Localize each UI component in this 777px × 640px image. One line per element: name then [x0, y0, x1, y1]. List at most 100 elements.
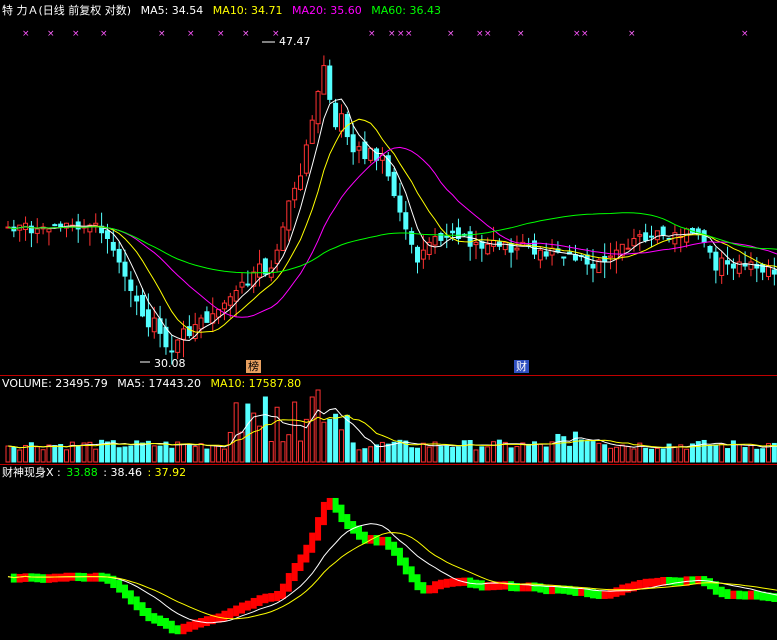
indicator-bar	[274, 590, 281, 602]
volume-bar	[438, 446, 444, 463]
signal-x-mark: ×	[741, 29, 749, 39]
candle-body	[145, 309, 151, 328]
volume-bar	[23, 444, 29, 463]
volume-bar	[537, 443, 543, 463]
ma5-label: MA5: 34.54	[140, 4, 204, 17]
indicator-bar	[180, 623, 187, 635]
volume-bar	[198, 443, 204, 463]
indicator-bar	[315, 517, 322, 541]
candle-body	[46, 228, 52, 233]
indicator-bar	[508, 581, 515, 592]
signal-x-mark: ×	[22, 29, 30, 39]
candle-body	[286, 200, 292, 231]
candle-body	[175, 339, 181, 353]
candle-body	[292, 187, 298, 201]
volume-header: VOLUME: 23495.79 MA5: 17443.20 MA10: 175…	[2, 377, 307, 391]
indicator-header: 财神现身X : 33.88 : 38.46 : 37.92	[2, 466, 192, 480]
volume-bar	[590, 441, 596, 463]
volume-bar	[455, 446, 461, 463]
volume-bar	[157, 445, 163, 463]
finance-marker[interactable]: 财	[514, 360, 529, 373]
candle-body	[584, 254, 590, 265]
volume-bar	[64, 449, 69, 463]
indicator-bar	[654, 577, 661, 587]
volume-bar	[485, 446, 491, 463]
indicator-bar	[168, 620, 175, 634]
candle-body	[169, 350, 175, 353]
candle-body	[654, 230, 660, 241]
volume-bar	[660, 448, 666, 463]
volume-bar	[444, 445, 450, 463]
indicator-bar	[426, 585, 433, 594]
indicator-bar	[338, 504, 345, 523]
volume-bar	[379, 441, 385, 463]
candle-body	[730, 263, 736, 269]
volume-bar	[116, 447, 122, 463]
candle-body	[298, 175, 303, 190]
candle-body	[514, 247, 520, 251]
indicator-bar	[753, 590, 760, 600]
volume-bar	[555, 433, 561, 463]
volume-bar	[578, 439, 584, 463]
candle-body	[572, 254, 578, 261]
indicator-bar	[742, 591, 749, 600]
indicator-bar	[268, 593, 275, 602]
signal-x-mark: ×	[476, 29, 484, 39]
indicator-bar	[122, 584, 128, 599]
indicator-value-2: : 38.46	[103, 466, 142, 479]
indicator-bar	[116, 580, 123, 593]
candle-body	[660, 226, 666, 236]
candle-body	[303, 144, 309, 174]
candle-body	[140, 294, 146, 317]
candle-body	[134, 295, 140, 302]
candle-body	[368, 147, 374, 161]
volume-bar	[333, 413, 339, 463]
candle-body	[397, 195, 403, 213]
indicator-bar	[724, 589, 731, 599]
indicator-bar	[309, 532, 316, 553]
volume-bar	[204, 448, 210, 463]
signal-x-mark: ×	[405, 29, 413, 39]
volume-bar	[450, 447, 456, 463]
signal-x-mark: ×	[187, 29, 195, 39]
candle-body	[625, 247, 631, 250]
candle-body	[362, 141, 368, 160]
price-chart	[5, 41, 777, 365]
indicator-bar	[86, 573, 93, 582]
volume-bar	[128, 445, 134, 463]
volume-bar	[707, 445, 713, 463]
volume-bar	[602, 444, 608, 463]
indicator-bar	[636, 580, 643, 590]
candle-body	[350, 134, 356, 153]
candle-body	[719, 257, 725, 276]
volume-bar	[613, 446, 619, 463]
candle-body	[590, 263, 596, 269]
volume-bar	[233, 402, 239, 463]
rank-marker[interactable]: 榜	[246, 360, 261, 373]
volume-bar	[239, 431, 245, 463]
candle-body	[748, 261, 754, 270]
volume-bar	[262, 396, 268, 463]
ma60-label: MA60: 36.43	[371, 4, 441, 17]
volume-bar	[362, 448, 368, 463]
volume-bar	[374, 444, 380, 463]
candle-body	[58, 223, 64, 228]
candle-body	[391, 171, 397, 197]
volume-bar	[420, 442, 426, 463]
candle-body	[34, 228, 40, 234]
volume-bar	[338, 429, 344, 463]
volume-bar	[58, 444, 64, 463]
signal-x-mark: ×	[517, 29, 525, 39]
volume-bar	[309, 396, 315, 463]
candle-body	[713, 251, 719, 271]
indicator-bar	[34, 573, 41, 583]
volume-bar	[649, 448, 654, 463]
candle-body	[356, 146, 362, 151]
volume-bar	[292, 401, 298, 463]
price-panel: 特 力Ａ(日线 前复权 对数) MA5: 34.54 MA10: 34.71 M…	[0, 0, 777, 375]
volume-bar	[163, 441, 169, 463]
volume-bar	[654, 447, 660, 463]
indicator-bar	[10, 573, 17, 583]
indicator-bar	[297, 554, 304, 572]
indicator-bar	[244, 600, 251, 611]
